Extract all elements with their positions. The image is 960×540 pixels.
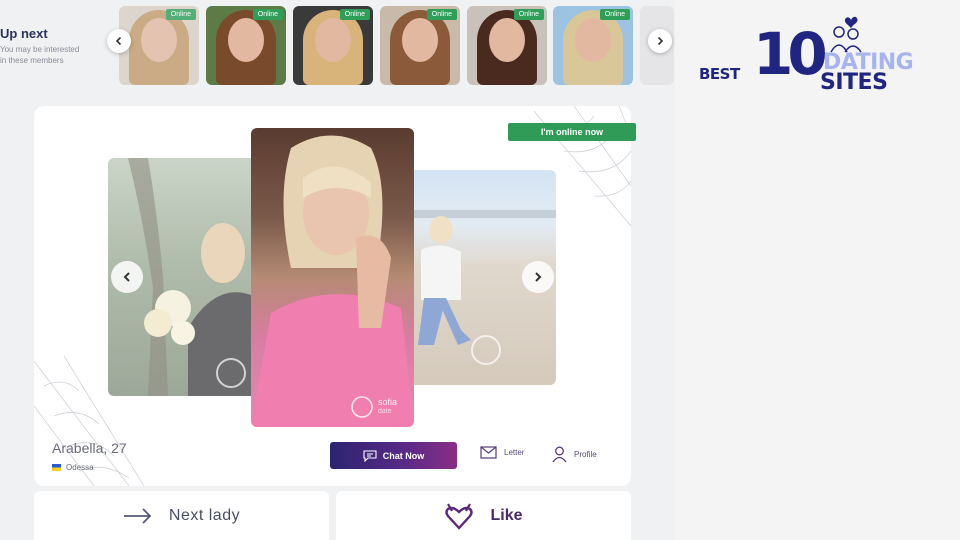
member-thumbnail[interactable]: Online (119, 6, 199, 85)
next-lady-label: Next lady (168, 506, 241, 524)
watermark-text: sofia (378, 397, 398, 407)
user-icon (552, 446, 567, 463)
letter-label: Letter (504, 448, 525, 457)
chat-now-button[interactable]: Chat Now (330, 442, 457, 469)
ukraine-flag-icon (52, 464, 61, 471)
logo-best: BEST (699, 65, 740, 83)
watermark-text-secondary: date (378, 408, 392, 415)
online-badge: Online (599, 9, 630, 20)
member-thumbnail[interactable]: Online (553, 6, 633, 85)
profile-name-age: Arabella, 27 (52, 440, 127, 456)
online-badge: Online (513, 9, 544, 20)
online-badge: Online (339, 9, 370, 20)
photo-illustration (251, 135, 414, 427)
like-label: Like (490, 506, 523, 524)
chat-bubble-icon (363, 449, 377, 462)
member-thumbnail[interactable]: Online (380, 6, 460, 85)
best-10-dating-sites-logo: BEST 10 DATING SITES (695, 12, 957, 98)
up-next-title: Up next (0, 26, 48, 41)
profile-photo-main[interactable]: sofia date (251, 128, 414, 427)
photo-face (402, 18, 438, 62)
up-next-header: Up next You may be interested in these m… (0, 26, 110, 66)
photo-face (141, 18, 177, 62)
logo-sites: SITES (820, 70, 888, 95)
photo-prev-button[interactable] (111, 261, 143, 293)
photo-face (489, 18, 525, 62)
chevron-left-icon (115, 36, 122, 46)
up-next-subtitle: You may be interested in these members (0, 44, 110, 66)
next-lady-button[interactable]: Next lady (34, 491, 329, 540)
profile-link[interactable]: Profile (552, 446, 597, 463)
profile-city: Odessa (66, 463, 94, 472)
chat-now-label: Chat Now (382, 450, 425, 461)
member-thumbnail[interactable]: Online (467, 6, 547, 85)
member-thumbnail[interactable]: Online (206, 6, 286, 85)
envelope-icon (480, 446, 497, 459)
up-next-subtitle-line2: in these members (0, 56, 64, 65)
up-next-subtitle-line1: You may be interested (0, 45, 80, 54)
devil-heart-icon (445, 502, 474, 530)
thumbnails-next-button[interactable] (648, 29, 672, 53)
profile-location: Odessa (52, 463, 94, 472)
chevron-left-icon (123, 272, 130, 282)
couple-heart-icon (830, 16, 862, 53)
chevron-right-icon (657, 36, 664, 46)
thumbnails-prev-button[interactable] (107, 29, 131, 53)
online-badge: Online (426, 9, 457, 20)
chevron-right-icon (535, 272, 542, 282)
letter-link[interactable]: Letter (480, 446, 524, 459)
online-badge: Online (252, 9, 283, 20)
logo-ten: 10 (753, 20, 828, 88)
like-button[interactable]: Like (336, 491, 631, 540)
arrow-right-icon (123, 507, 152, 524)
photo-face (315, 18, 351, 62)
online-badge: Online (165, 9, 196, 20)
online-now-banner: I'm online now (508, 123, 636, 141)
photo-face (228, 18, 264, 62)
photo-next-button[interactable] (522, 261, 554, 293)
member-thumbnail[interactable]: Online (293, 6, 373, 85)
profile-label: Profile (574, 450, 597, 459)
photo-face (575, 18, 611, 62)
